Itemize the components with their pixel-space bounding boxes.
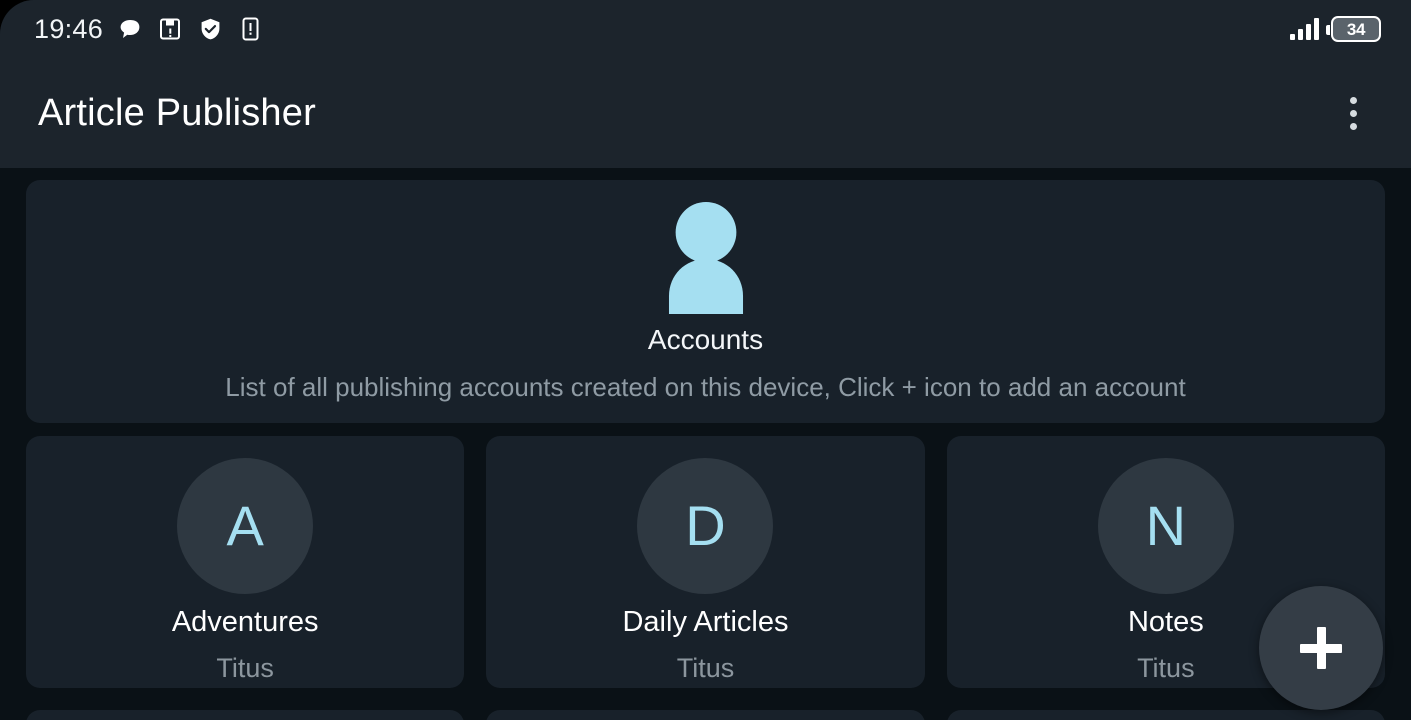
plus-icon <box>1316 627 1326 669</box>
account-card[interactable] <box>946 710 1385 720</box>
account-card[interactable] <box>26 710 465 720</box>
account-initial: A <box>226 494 264 557</box>
status-bar-clock: 19:46 <box>34 13 104 44</box>
status-bar: 19:46 34 <box>0 0 1411 58</box>
overflow-dot <box>1349 109 1357 117</box>
accounts-grid: A Adventures Titus D Daily Articles Titu… <box>12 436 1399 720</box>
overflow-dot <box>1349 122 1357 130</box>
account-owner: Titus <box>216 653 274 683</box>
account-initial: D <box>685 494 726 557</box>
person-icon <box>668 202 743 314</box>
account-name: Adventures <box>171 606 319 638</box>
accounts-section-title: Accounts <box>647 324 764 355</box>
account-initial: N <box>1145 494 1187 557</box>
phone-screen: 19:46 34 Article Publisher Accounts List… <box>0 0 1411 720</box>
phone-alert-icon <box>237 15 263 43</box>
overflow-dot <box>1349 96 1357 104</box>
content-area: Accounts List of all publishing accounts… <box>0 168 1411 720</box>
chat-bubble-icon <box>117 15 143 43</box>
account-name: Notes <box>1127 606 1204 638</box>
account-owner: Titus <box>676 653 735 683</box>
shield-check-icon <box>197 15 223 43</box>
app-bar: Article Publisher <box>0 58 1411 168</box>
account-card[interactable]: A Adventures Titus <box>26 436 465 688</box>
status-bar-right-group: 34 <box>1290 16 1381 42</box>
battery-icon: 34 <box>1326 16 1381 42</box>
accounts-header-card: Accounts List of all publishing accounts… <box>26 180 1385 423</box>
accounts-section-description: List of all publishing accounts created … <box>225 372 1186 402</box>
signal-bars-icon <box>1290 18 1319 40</box>
battery-level-label: 34 <box>1346 19 1366 39</box>
account-card[interactable] <box>486 710 925 720</box>
account-avatar: D <box>637 458 774 594</box>
account-name: Daily Articles <box>622 606 789 638</box>
account-owner: Titus <box>1137 653 1195 683</box>
account-card[interactable]: D Daily Articles Titus <box>486 436 925 688</box>
floppy-disk-alert-icon <box>157 15 183 43</box>
status-bar-left-group: 19:46 <box>34 15 263 43</box>
page-title: Article Publisher <box>38 91 316 134</box>
account-avatar: A <box>177 458 314 594</box>
add-account-button[interactable] <box>1259 586 1383 710</box>
overflow-menu-icon[interactable] <box>1327 83 1379 143</box>
account-avatar: N <box>1097 458 1234 594</box>
